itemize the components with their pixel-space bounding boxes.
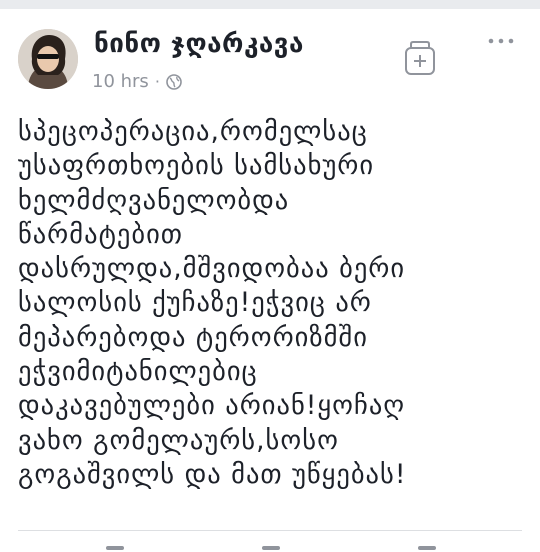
like-action-stub[interactable] [106, 546, 124, 550]
post-card: ნინო ჯღარკავა 10 hrs · სპეცოპერაცია,რომე… [0, 9, 540, 550]
save-button[interactable] [402, 39, 438, 79]
save-icon [405, 41, 435, 75]
comment-action-stub[interactable] [262, 546, 280, 550]
more-options-button[interactable] [486, 31, 516, 51]
feed-background-band [0, 0, 540, 9]
post-meta: 10 hrs · [92, 71, 182, 92]
action-bar [0, 540, 540, 552]
post-text: სპეცოპერაცია,რომელსაც უსაფრთხოების სამსა… [18, 116, 407, 490]
author-name[interactable]: ნინო ჯღარკავა [94, 29, 304, 59]
post-timestamp[interactable]: 10 hrs [92, 71, 149, 92]
more-options-icon [488, 38, 514, 44]
meta-separator: · [154, 72, 160, 91]
globe-icon[interactable] [166, 73, 182, 90]
avatar[interactable] [18, 29, 78, 89]
share-action-stub[interactable] [418, 546, 436, 550]
actions-divider [18, 530, 522, 531]
avatar-image [18, 29, 78, 89]
